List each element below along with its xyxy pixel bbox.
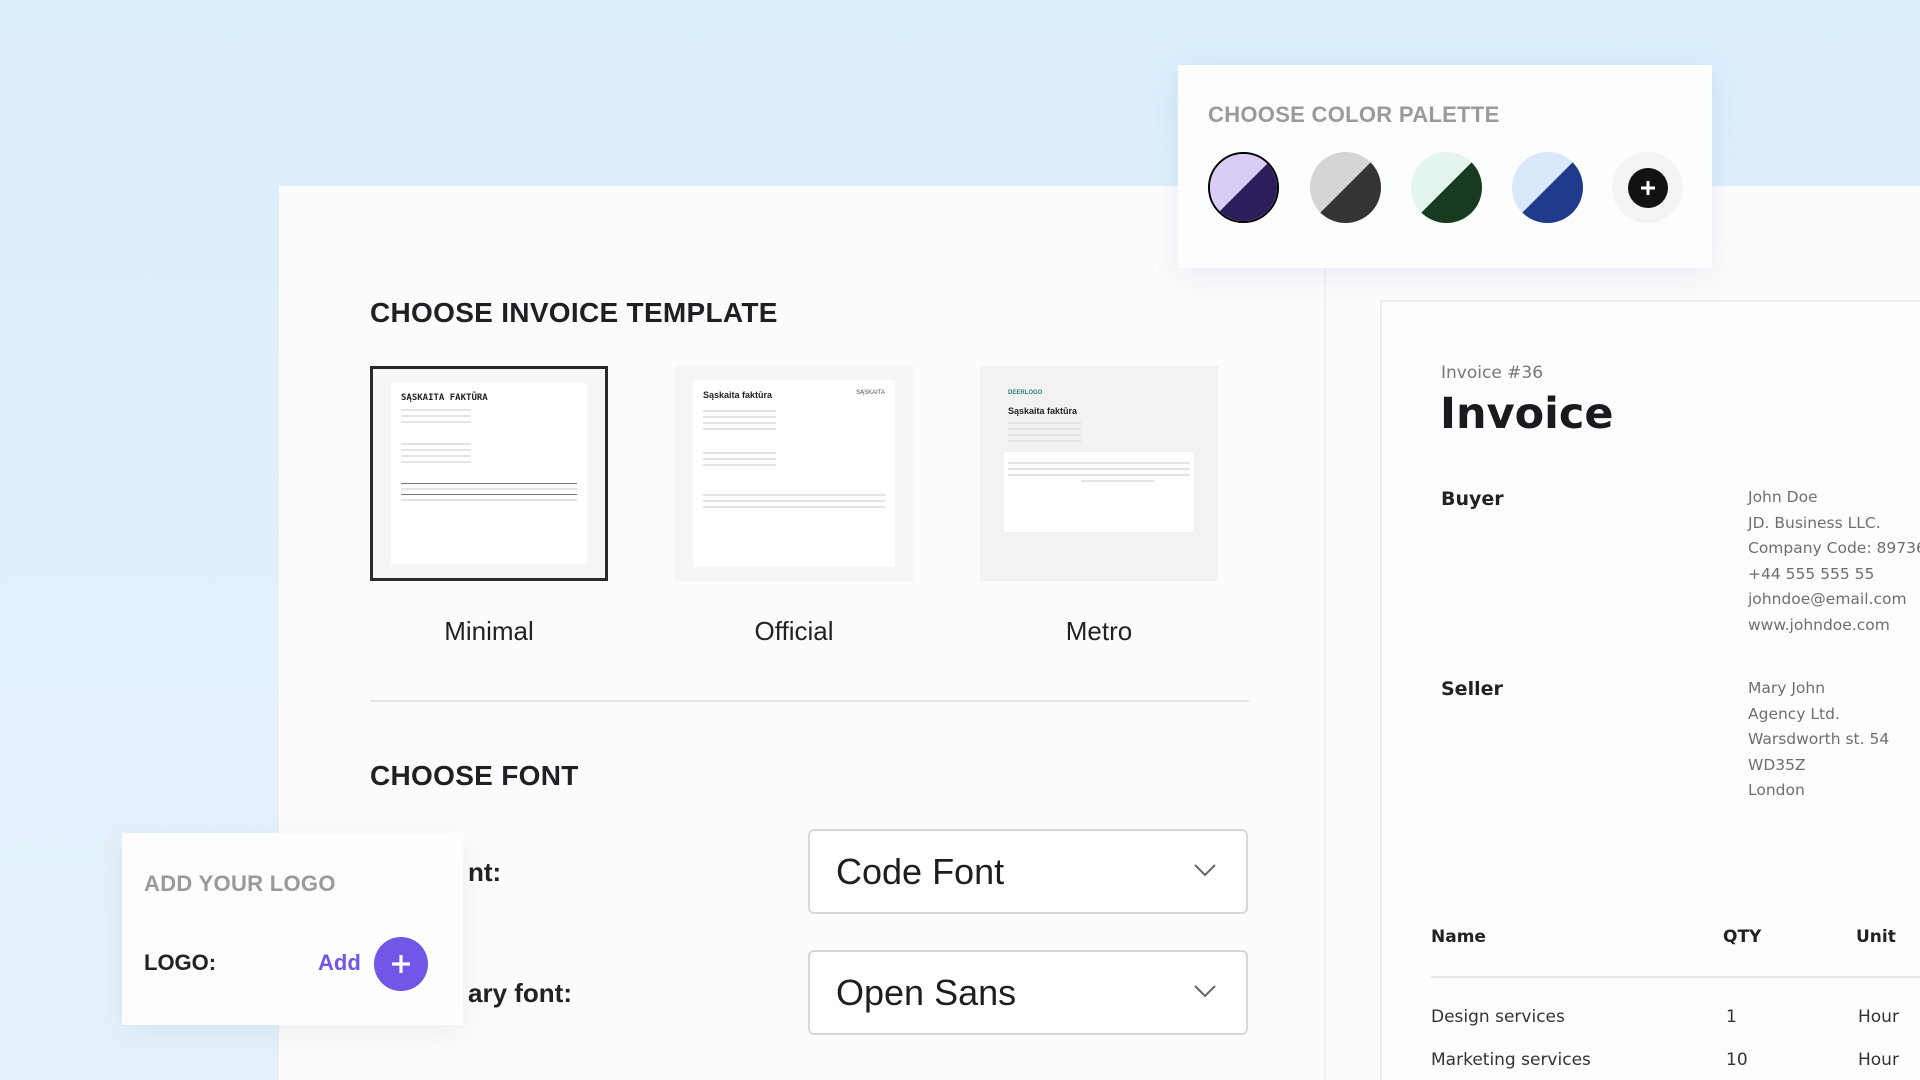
seller-street: Warsdworth st. 54 [1748, 730, 1890, 748]
palette-title: CHOOSE COLOR PALETTE [1208, 102, 1500, 127]
plus-icon [1627, 167, 1668, 208]
column-qty: QTY [1723, 927, 1762, 947]
preview-title: SĄSKAITA FAKTŪRA [401, 393, 488, 403]
buyer-code: Company Code: 897364 [1748, 539, 1920, 557]
logo-card: ADD YOUR LOGO LOGO: Add [122, 833, 463, 1025]
seller-label: Seller [1441, 678, 1503, 700]
row-unit: Hour [1858, 1050, 1899, 1070]
logo-card-title: ADD YOUR LOGO [144, 871, 336, 896]
buyer-website: www.johndoe.com [1748, 615, 1890, 634]
primary-font-dropdown[interactable]: Code Font [808, 829, 1248, 914]
template-label: Minimal [444, 616, 534, 646]
primary-font-value: Code Font [836, 850, 1005, 892]
row-unit: Hour [1858, 1007, 1899, 1027]
swatch-fill [1411, 152, 1482, 223]
template-official[interactable]: Sąskaita faktūra SĄSKAITA [675, 366, 913, 581]
palette-swatch-mint-forest[interactable] [1411, 152, 1482, 223]
palette-swatch-grey-charcoal[interactable] [1310, 152, 1381, 223]
seller-company: Agency Ltd. [1748, 704, 1840, 723]
buyer-email: johndoe@email.com [1748, 590, 1907, 608]
buyer-name: John Doe [1748, 488, 1818, 506]
row-name: Design services [1431, 1007, 1565, 1027]
preview-title: Sąskaita faktūra [703, 390, 773, 400]
template-preview: DEERLOGO Sąskaita faktūra [998, 380, 1200, 567]
secondary-font-value: Open Sans [836, 971, 1017, 1013]
palette-swatch-sky-royal[interactable] [1512, 152, 1583, 223]
buyer-company: JD. Business LLC. [1748, 513, 1881, 532]
template-label: Official [754, 616, 834, 646]
row-name: Marketing services [1431, 1050, 1591, 1070]
template-minimal[interactable]: SĄSKAITA FAKTŪRA [370, 366, 608, 581]
section-divider [370, 700, 1249, 702]
swatch-fill [1512, 152, 1583, 223]
primary-font-label: nt: [468, 857, 502, 887]
row-qty: 1 [1726, 1007, 1737, 1027]
chevron-down-icon [1194, 985, 1216, 998]
template-preview: Sąskaita faktūra SĄSKAITA [693, 380, 895, 567]
buyer-label: Buyer [1441, 488, 1504, 510]
table-header-divider [1431, 976, 1920, 978]
secondary-font-dropdown[interactable]: Open Sans [808, 950, 1248, 1035]
plus-icon [392, 955, 410, 973]
preview-logo: DEERLOGO [1008, 390, 1043, 396]
add-logo-link[interactable]: Add [318, 950, 361, 976]
chevron-down-icon [1194, 864, 1216, 877]
preview-brand: SĄSKAITA [856, 390, 885, 396]
seller-city: London [1748, 781, 1805, 799]
template-metro[interactable]: DEERLOGO Sąskaita faktūra [980, 366, 1218, 581]
seller-name: Mary John [1748, 679, 1826, 697]
template-preview: SĄSKAITA FAKTŪRA [391, 383, 587, 564]
seller-postcode: WD35Z [1748, 755, 1806, 774]
add-palette-button[interactable] [1612, 152, 1683, 223]
template-label: Metro [1065, 616, 1133, 646]
template-section-title: CHOOSE INVOICE TEMPLATE [370, 297, 778, 328]
invoice-title: Invoice [1440, 389, 1614, 439]
panel-divider [1324, 268, 1326, 1080]
invoice-preview: Invoice #36 Invoice Buyer John Doe JD. B… [1380, 300, 1920, 1080]
add-logo-button[interactable] [374, 937, 428, 991]
swatch-fill [1310, 152, 1381, 223]
buyer-phone: +44 555 555 55 [1748, 564, 1875, 583]
secondary-font-label: ary font: [468, 978, 572, 1008]
seller-details: Mary John Agency Ltd. Warsdworth st. 54 … [1748, 676, 1889, 804]
row-qty: 10 [1726, 1050, 1748, 1070]
preview-title: Sąskaita faktūra [1008, 406, 1078, 416]
invoice-number: Invoice #36 [1441, 363, 1544, 383]
swatch-fill [1210, 154, 1277, 221]
column-name: Name [1431, 927, 1486, 947]
font-section-title: CHOOSE FONT [370, 760, 579, 791]
column-unit: Unit [1856, 927, 1896, 947]
logo-label: LOGO: [144, 950, 217, 975]
palette-swatch-lavender-navy[interactable] [1208, 152, 1279, 223]
buyer-details: John Doe JD. Business LLC. Company Code:… [1748, 485, 1920, 638]
